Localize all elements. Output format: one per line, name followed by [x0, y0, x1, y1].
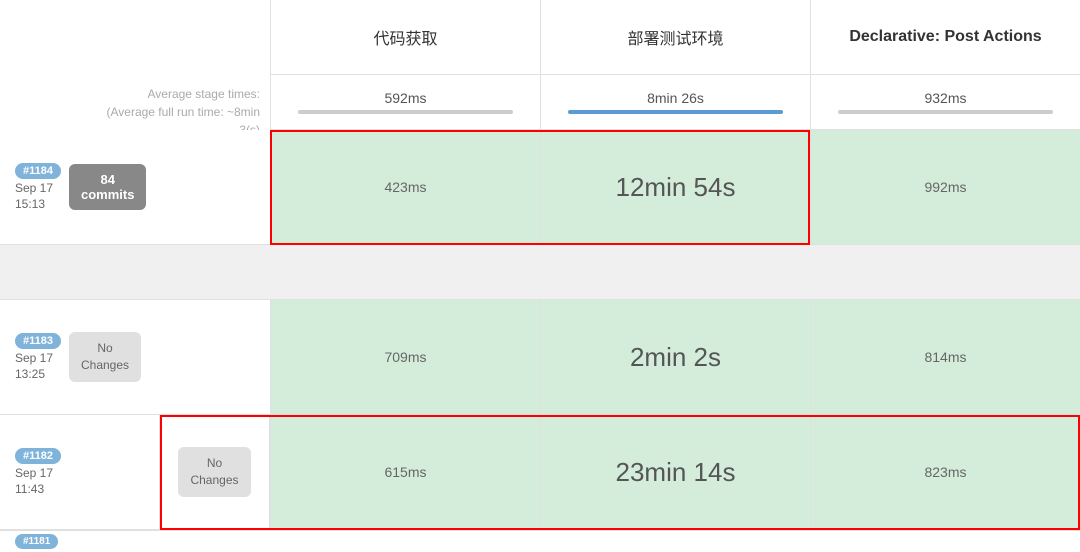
avg-bar-col2 [568, 110, 783, 114]
data-cell-1184-col2: 12min 54s [540, 130, 810, 244]
build-info-1184: #1184 Sep 17 15:13 84commits [0, 130, 270, 244]
build-date-1184: Sep 17 [15, 181, 53, 195]
spacer-1 [0, 245, 1080, 300]
no-changes-area-1182: NoChanges [160, 415, 270, 529]
header-row: 代码获取 部署测试环境 Declarative: Post Actions [270, 0, 1080, 75]
data-cell-1183-col1: 709ms [270, 300, 540, 414]
col2-header: 部署测试环境 [540, 0, 810, 74]
build-time-1184: 15:13 [15, 197, 45, 211]
build-left-1182: #1182 Sep 17 11:43 [15, 448, 61, 496]
data-cell-1182-col3: 823ms [810, 415, 1080, 529]
data-cells-1184: 423ms 12min 54s 992ms [270, 130, 1080, 244]
data-cell-1182-col1: 615ms [270, 415, 540, 529]
avg-col3: 932ms [810, 75, 1080, 129]
data-cell-1182-col2: 23min 14s [540, 415, 810, 529]
build-badge-1182[interactable]: #1182 [15, 448, 61, 464]
build-info-partial-1182: #1182 Sep 17 11:43 [0, 415, 159, 529]
build-left-1184: #1184 Sep 17 15:13 [15, 163, 61, 211]
build-date-1183: Sep 17 [15, 351, 53, 365]
col3-header: Declarative: Post Actions [810, 0, 1080, 74]
col1-header: 代码获取 [270, 0, 540, 74]
data-cell-1184-col3: 992ms [810, 130, 1080, 244]
build-left-1183: #1183 Sep 17 13:25 [15, 333, 61, 381]
data-cell-1183-col3: 814ms [810, 300, 1080, 414]
data-cells-1183: 709ms 2min 2s 814ms [270, 300, 1080, 414]
build-row-1184: #1184 Sep 17 15:13 84commits 423ms 12min… [0, 130, 1080, 245]
build-badge-1183[interactable]: #1183 [15, 333, 61, 349]
build-time-1183: 13:25 [15, 367, 45, 381]
build-time-1182: 11:43 [15, 482, 44, 496]
no-changes-badge-1182: NoChanges [178, 447, 250, 497]
build-info-1183: #1183 Sep 17 13:25 NoChanges [0, 300, 270, 414]
build-date-1182: Sep 17 [15, 466, 53, 480]
avg-col2: 8min 26s [540, 75, 810, 129]
data-cell-1183-col2: 2min 2s [540, 300, 810, 414]
build-row-1182-right: NoChanges 615ms 23min 14s 823ms [160, 415, 1080, 530]
commits-badge-1184[interactable]: 84commits [69, 164, 146, 210]
no-changes-badge-1183: NoChanges [69, 332, 141, 382]
build-row-1183: #1183 Sep 17 13:25 NoChanges 709ms 2min … [0, 300, 1080, 415]
data-cell-1184-col1: 423ms [270, 130, 540, 244]
averages-row: 592ms 8min 26s 932ms [270, 75, 1080, 130]
main-container: 代码获取 部署测试环境 Declarative: Post Actions 59… [0, 0, 1080, 552]
avg-col1: 592ms [270, 75, 540, 129]
avg-bar-col3 [838, 110, 1053, 114]
build-badge-1184[interactable]: #1184 [15, 163, 61, 179]
avg-bar-col1 [298, 110, 513, 114]
spacer-left-build3: #1182 Sep 17 11:43 [0, 415, 160, 530]
data-cells-1182: 615ms 23min 14s 823ms [270, 415, 1080, 529]
build-row-1181-partial: #1181 [0, 530, 1080, 552]
build-badge-1181[interactable]: #1181 [15, 534, 58, 549]
